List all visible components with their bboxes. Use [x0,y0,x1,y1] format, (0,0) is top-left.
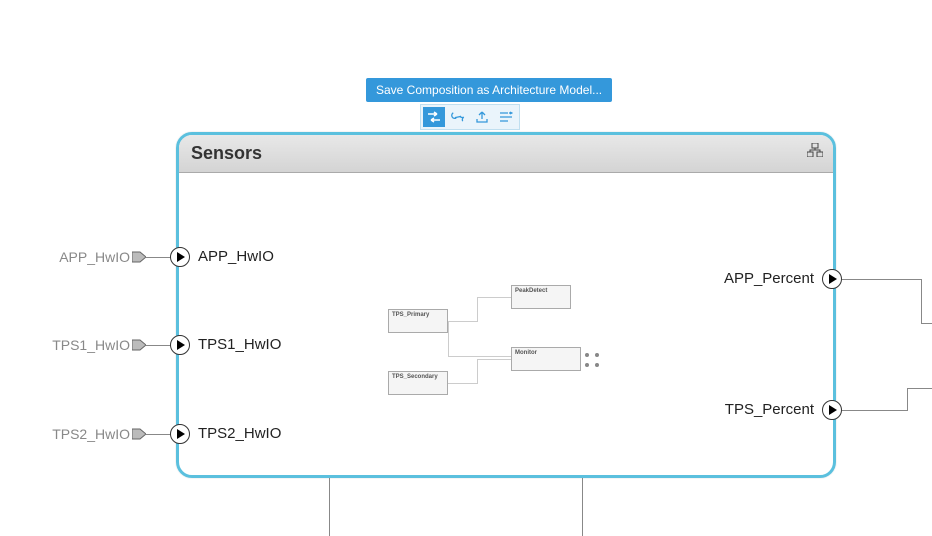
wire [921,323,932,324]
inner-port-dot [585,353,589,357]
out-label-tps-percent: TPS_Percent [700,401,814,418]
wire [582,478,583,536]
inner-wire [448,383,478,384]
export-icon[interactable] [471,107,493,127]
inner-wire [477,359,478,384]
ext-port-app-hwio[interactable] [132,250,146,264]
save-tooltip: Save Composition as Architecture Model..… [366,78,612,102]
ext-label-tps2-hwio: TPS2_HwIO [30,426,130,442]
inner-block-tps-primary[interactable]: TPS_Primary [388,309,448,333]
inner-block-tps-secondary[interactable]: TPS_Secondary [388,371,448,395]
block-header: Sensors [179,135,833,173]
inner-block-peakdetect[interactable]: PeakDetect [511,285,571,309]
inner-port-dot [585,363,589,367]
inner-wire [477,359,511,360]
inner-wire [477,297,511,298]
int-label-tps2-hwio: TPS2_HwIO [198,425,281,442]
int-label-app-hwio: APP_HwIO [198,248,274,265]
action-toolbar [420,104,520,130]
inner-wire [448,321,478,322]
out-port-app-percent[interactable] [822,269,842,289]
wire [842,410,908,411]
ext-port-tps1-hwio[interactable] [132,338,146,352]
in-port-tps1-hwio[interactable] [170,335,190,355]
int-label-tps1-hwio: TPS1_HwIO [198,336,281,353]
out-port-tps-percent[interactable] [822,400,842,420]
wire [907,388,908,411]
out-label-app-percent: APP_Percent [700,270,814,287]
hierarchy-icon [807,143,823,162]
in-port-app-hwio[interactable] [170,247,190,267]
inner-wire [477,297,478,322]
wire [842,279,922,280]
inner-port-dot [595,353,599,357]
inner-wire [448,321,449,357]
ext-label-tps1-hwio: TPS1_HwIO [30,337,130,353]
swap-icon[interactable] [423,107,445,127]
in-port-tps2-hwio[interactable] [170,424,190,444]
inner-port-dot [595,363,599,367]
block-title: Sensors [191,143,262,164]
ext-label-app-hwio: APP_HwIO [40,249,130,265]
wire [329,478,330,536]
link-icon[interactable] [447,107,469,127]
inner-block-monitor[interactable]: Monitor [511,347,581,371]
ext-port-tps2-hwio[interactable] [132,427,146,441]
wire [921,279,922,323]
wire [907,388,932,389]
align-icon[interactable] [495,107,517,127]
inner-wire [448,356,511,357]
